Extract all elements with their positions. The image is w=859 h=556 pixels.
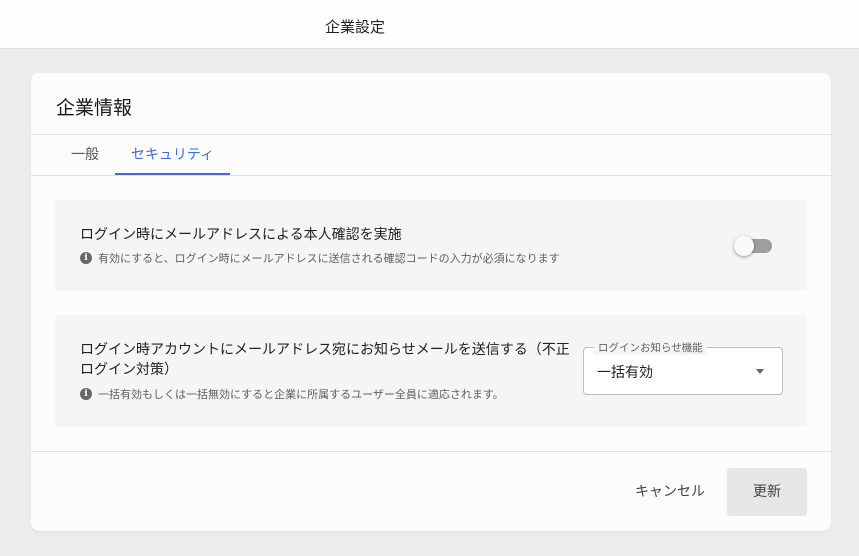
card-title: 企業情報 [56, 97, 133, 119]
hint-text: 有効にすると、ログイン時にメールアドレスに送信される確認コードの入力が必須になり… [98, 252, 560, 265]
login-notification-select[interactable]: ログインお知らせ機能 一括有効 [583, 340, 783, 395]
login-notification-hint: i 一括有効もしくは一括無効にすると企業に所属するユーザー全員に適応されます。 [80, 386, 504, 402]
chevron-down-icon [756, 369, 764, 374]
tab-security[interactable]: セキュリティ [115, 135, 230, 175]
select-label: ログインお知らせ機能 [594, 340, 707, 355]
info-icon: i [80, 388, 92, 400]
company-info-card: 企業情報 一般 セキュリティ ログイン時にメールアドレスによる本人確認を実施 i… [31, 73, 831, 531]
login-notification-title: ログイン時アカウントにメールアドレス宛にお知らせメールを送信する（不正ログイン対… [80, 342, 570, 378]
tab-general[interactable]: 一般 [57, 135, 113, 175]
divider [31, 451, 831, 452]
page-title: 企業設定 [325, 18, 386, 36]
email-verification-title: ログイン時にメールアドレスによる本人確認を実施 [80, 227, 402, 243]
email-verification-toggle[interactable] [734, 235, 772, 257]
email-verification-setting: ログイン時にメールアドレスによる本人確認を実施 i 有効にすると、ログイン時にメ… [55, 200, 807, 291]
top-app-bar: 企業設定 [0, 0, 859, 49]
toggle-thumb [734, 236, 754, 256]
email-verification-hint: i 有効にすると、ログイン時にメールアドレスに送信される確認コードの入力が必須に… [80, 250, 560, 266]
cancel-button[interactable]: キャンセル [625, 468, 715, 516]
divider [31, 175, 831, 176]
select-value: 一括有効 [597, 365, 653, 381]
login-notification-setting: ログイン時アカウントにメールアドレス宛にお知らせメールを送信する（不正ログイン対… [55, 315, 807, 427]
info-icon: i [80, 252, 92, 264]
hint-text: 一括有効もしくは一括無効にすると企業に所属するユーザー全員に適応されます。 [98, 388, 504, 401]
tab-bar: 一般 セキュリティ [31, 135, 831, 175]
update-button[interactable]: 更新 [727, 468, 807, 516]
